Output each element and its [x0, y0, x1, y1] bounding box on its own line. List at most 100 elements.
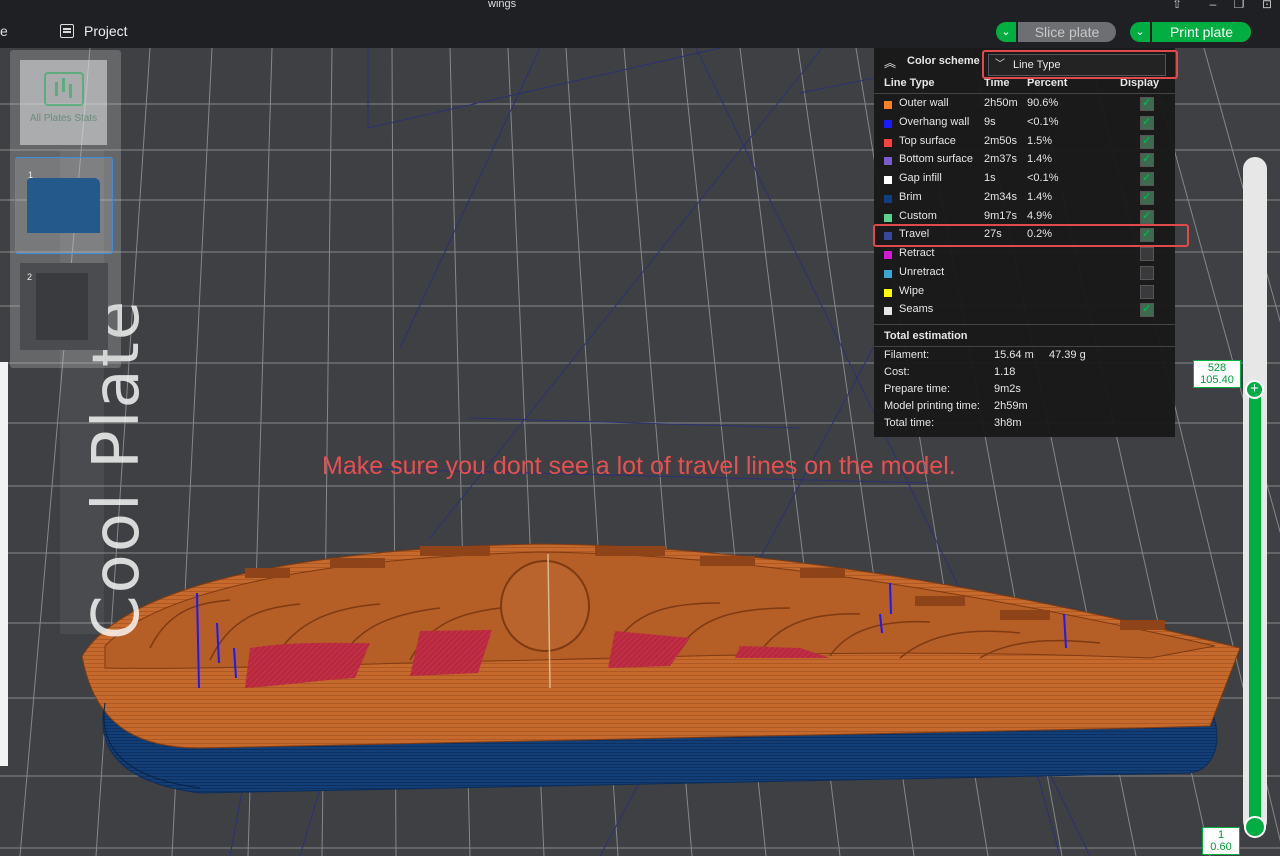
line-type-time: 9m17s [984, 209, 1018, 222]
display-checkbox[interactable] [1140, 134, 1154, 149]
total-key: Filament: [884, 349, 930, 361]
legend-row-outer-wall: Outer wall 2h50m 90.6% [874, 96, 1175, 116]
slice-options-dropdown[interactable]: ⌄ [996, 22, 1016, 42]
minimize-icon[interactable]: – [1206, 0, 1220, 11]
legend-row-bottom-surface: Bottom surface 2m37s 1.4% [874, 152, 1175, 172]
slice-plate-button[interactable]: Slice plate [1018, 22, 1116, 42]
color-swatch [884, 213, 892, 222]
legend-row-brim: Brim 2m34s 1.4% [874, 190, 1175, 210]
color-swatch [884, 269, 892, 278]
legend-row-retract: Retract [874, 247, 1175, 266]
total-value: 9m2s [994, 383, 1021, 395]
color-swatch [884, 251, 892, 259]
color-swatch [884, 157, 892, 166]
color-swatch [884, 119, 892, 128]
top-layer-number: 528 [1207, 362, 1227, 374]
total-value: 2h59m [994, 400, 1028, 412]
layer-slider-range [1249, 390, 1261, 830]
total-key: Prepare time: [884, 383, 951, 395]
legend-row-wipe: Wipe [874, 284, 1175, 304]
line-type-name: Gap infill [899, 172, 942, 184]
line-type-percent: <0.1% [1027, 172, 1059, 184]
legend-row-top-surface: Top surface 2m50s 1.5% [874, 134, 1175, 154]
layer-slider-bottom-handle[interactable] [1244, 816, 1266, 838]
display-checkbox[interactable] [1140, 115, 1154, 130]
stats-chart-icon [44, 72, 84, 106]
color-swatch [884, 194, 892, 203]
line-type-percent: 1.4% [1027, 190, 1053, 203]
plate-number: 2 [27, 272, 33, 282]
line-type-name: Outer wall [899, 97, 949, 109]
color-swatch [884, 288, 892, 297]
total-row: Filament: 15.64 m 47.39 g [884, 349, 1174, 366]
display-checkbox[interactable] [1140, 171, 1154, 186]
legend-row-seams: Seams [874, 302, 1175, 322]
line-type-name: Custom [899, 209, 937, 222]
close-icon[interactable]: ⊡ [1260, 0, 1274, 11]
display-checkbox[interactable] [1140, 265, 1154, 280]
travel-row-highlight-box [873, 224, 1189, 247]
line-type-name: Brim [899, 190, 922, 203]
total-estimation-title: Total estimation [884, 330, 968, 342]
color-scheme-label: Color scheme [907, 55, 980, 67]
line-type-percent: 4.9% [1027, 209, 1053, 222]
top-toolbar: e Project ⌄ Slice plate ⌄ Print plate [0, 14, 1280, 48]
top-layer-height: 105.40 [1200, 374, 1234, 386]
line-type-percent: <0.1% [1027, 115, 1059, 128]
total-value: 1.18 [994, 366, 1016, 378]
bottom-layer-number: 1 [1217, 829, 1225, 841]
line-type-name: Wipe [899, 284, 925, 297]
total-row: Prepare time: 9m2s [884, 383, 1174, 400]
color-swatch [884, 307, 892, 316]
legend-row-unretract: Unretract [874, 265, 1175, 285]
collapse-chevron-icon[interactable]: ︽ [884, 54, 896, 71]
project-icon[interactable] [60, 24, 74, 38]
window-title: wings [488, 0, 517, 10]
plate-thumbnail-1[interactable]: 1 [15, 157, 113, 254]
print-options-dropdown[interactable]: ⌄ [1130, 22, 1150, 42]
layer-slider-top-handle[interactable]: + [1245, 380, 1264, 399]
column-header-line-type: Line Type [884, 77, 935, 89]
total-key: Model printing time: [884, 400, 980, 412]
line-type-percent: 1.4% [1027, 153, 1053, 166]
line-type-name: Retract [899, 247, 935, 259]
display-checkbox[interactable] [1140, 152, 1154, 168]
total-value: 15.64 m [994, 349, 1034, 361]
display-checkbox[interactable] [1140, 96, 1154, 111]
truncated-menu-label[interactable]: e [0, 23, 8, 39]
spar-hole [500, 560, 590, 652]
total-value: 3h8m [994, 417, 1022, 429]
bottom-layer-height: 0.60 [1210, 841, 1232, 853]
display-checkbox[interactable] [1140, 209, 1154, 224]
total-row: Cost: 1.18 [884, 366, 1174, 383]
plate-thumbnail-2[interactable]: 2 [20, 263, 108, 350]
total-row: Total time: 3h8m [884, 417, 1174, 434]
plate-preview-image [27, 178, 100, 233]
plate-preview-image [36, 273, 88, 340]
line-type-time: 1s [984, 172, 996, 184]
print-plate-button[interactable]: Print plate [1152, 22, 1251, 42]
line-type-name: Top surface [899, 134, 956, 147]
all-plates-stats-button[interactable]: All Plates Stats [20, 60, 107, 145]
line-type-percent: 1.5% [1027, 134, 1053, 147]
line-type-time: 2h50m [984, 97, 1018, 109]
display-checkbox[interactable] [1140, 302, 1154, 318]
display-checkbox[interactable] [1140, 284, 1154, 299]
restore-icon[interactable]: ❐ [1232, 0, 1246, 11]
total-key: Total time: [884, 417, 935, 429]
project-tab[interactable]: Project [84, 23, 128, 39]
line-type-name: Bottom surface [899, 153, 973, 166]
line-type-name: Seams [899, 303, 934, 316]
share-icon[interactable]: ⇧ [1170, 0, 1184, 11]
top-layer-label: 528 105.40 [1193, 360, 1241, 388]
all-plates-stats-label: All Plates Stats [29, 113, 98, 124]
annotation-note: Make sure you dont see a lot of travel l… [322, 452, 956, 480]
sidebar-edge [0, 362, 8, 766]
line-type-name: Overhang wall [899, 115, 970, 128]
line-type-time: 2m50s [984, 134, 1018, 147]
display-checkbox[interactable] [1140, 247, 1154, 261]
title-bar: wings ⇧ – ❐ ⊡ [0, 0, 1280, 14]
line-type-time: 2m34s [984, 190, 1018, 203]
display-checkbox[interactable] [1140, 190, 1154, 205]
color-swatch [884, 101, 892, 109]
